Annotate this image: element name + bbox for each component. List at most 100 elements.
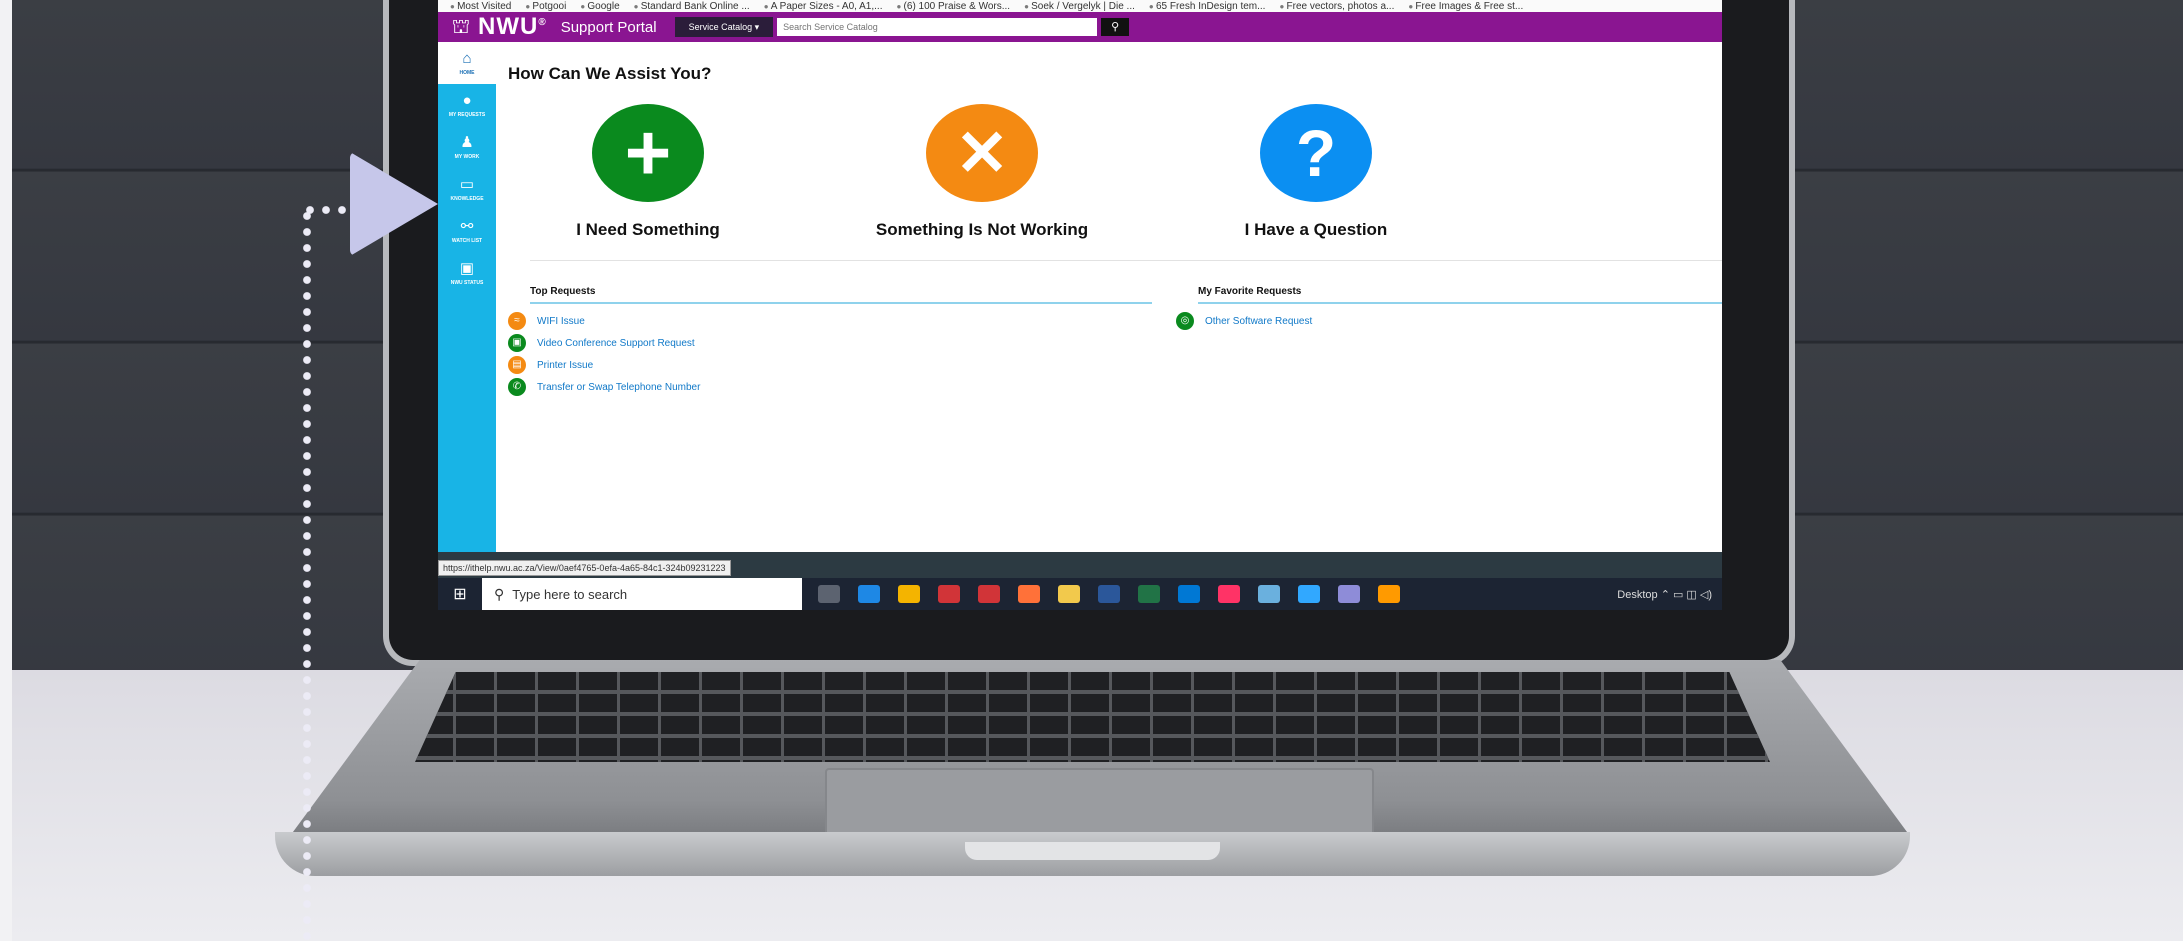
request-link[interactable]: Video Conference Support Request: [537, 338, 695, 349]
task-view-icon[interactable]: [818, 585, 840, 603]
favorites-underline: [1198, 302, 1722, 304]
action-label: Something Is Not Working: [875, 220, 1089, 239]
portal-header: ⛫ NWU® Support Portal Service Catalog ▾ …: [438, 12, 1722, 42]
need-something-action[interactable]: + I Need Something: [528, 104, 768, 240]
list-item[interactable]: ✆ Transfer or Swap Telephone Number: [508, 378, 700, 396]
list-item[interactable]: ≈ WIFI Issue: [508, 312, 585, 330]
sidenav-label: WATCH LIST: [451, 237, 483, 244]
book-icon: ▭: [459, 175, 475, 193]
windows-start-icon[interactable]: ⊞: [438, 584, 482, 604]
not-working-action[interactable]: ✕ Something Is Not Working: [862, 104, 1102, 240]
excel-icon[interactable]: [1138, 585, 1160, 603]
sidenav-item-home[interactable]: ⌂ HOME: [438, 42, 496, 84]
laptop-notch: [965, 842, 1220, 860]
chat-bubble-icon: ●: [462, 91, 472, 109]
wifi-icon: ≈: [508, 312, 526, 330]
favorite-link[interactable]: Other Software Request: [1205, 316, 1312, 327]
action-label: I Need Something: [576, 220, 720, 239]
bookmark-item[interactable]: Free vectors, photos a...: [1279, 1, 1395, 12]
nwu-logo-icon: ⛫: [451, 16, 471, 38]
bookmark-item[interactable]: 65 Fresh InDesign tem...: [1149, 1, 1266, 12]
request-link[interactable]: Printer Issue: [537, 360, 593, 371]
system-tray[interactable]: Desktop ⌃ ▭ ◫ ◁): [1617, 588, 1722, 601]
page-margin: [0, 0, 12, 941]
app-icon[interactable]: [1258, 585, 1280, 603]
sidenav-item-my-requests[interactable]: ● MY REQUESTS: [438, 84, 496, 126]
acrobat-icon[interactable]: [938, 585, 960, 603]
logo-text: NWU: [478, 13, 539, 40]
question-mark-icon: ?: [1260, 104, 1372, 202]
page-title: How Can We Assist You?: [508, 64, 712, 83]
search-icon[interactable]: ⚲: [1101, 18, 1130, 36]
status-url: https://ithelp.nwu.ac.za/View/0aef4765-0…: [438, 560, 731, 576]
binoculars-icon: ⚯: [460, 217, 474, 235]
printer-icon: ▤: [508, 356, 526, 374]
file-explorer-icon[interactable]: [1058, 585, 1080, 603]
bookmark-item[interactable]: Most Visited: [450, 1, 511, 12]
bookmarks-bar: Most Visited Potgooi Google Standard Ban…: [438, 0, 1722, 12]
plus-icon: +: [592, 104, 704, 202]
illustrator-icon[interactable]: [1378, 585, 1400, 603]
person-icon: ♟: [460, 133, 474, 151]
nwu-logo[interactable]: NWU®: [478, 13, 547, 41]
sidenav-label: HOME: [459, 69, 475, 76]
service-catalog-button[interactable]: Service Catalog ▾: [674, 17, 774, 37]
chrome-icon[interactable]: [898, 585, 920, 603]
search-input[interactable]: [777, 18, 1098, 36]
side-navigation: ⌂ HOME ● MY REQUESTS ♟ MY WORK ▭ KNOWLED…: [438, 42, 496, 552]
request-link[interactable]: Transfer or Swap Telephone Number: [537, 382, 700, 393]
registered-mark: ®: [538, 17, 547, 28]
bookmark-item[interactable]: Standard Bank Online ...: [634, 1, 750, 12]
portal-title: Support Portal: [560, 18, 657, 36]
sidenav-item-knowledge[interactable]: ▭ KNOWLEDGE: [438, 168, 496, 210]
taskbar-search-text: Type here to search: [512, 586, 628, 602]
sidenav-label: MY WORK: [454, 153, 480, 160]
search-icon: ⚲: [494, 585, 505, 602]
top-requests-title: Top Requests: [530, 286, 596, 297]
laptop-keyboard: [415, 672, 1770, 762]
list-item[interactable]: ▣ Video Conference Support Request: [508, 334, 695, 352]
list-item[interactable]: ◎ Other Software Request: [1176, 312, 1312, 330]
sidenav-item-watch-list[interactable]: ⚯ WATCH LIST: [438, 210, 496, 252]
phone-icon: ✆: [508, 378, 526, 396]
bookmark-item[interactable]: Free Images & Free st...: [1408, 1, 1523, 12]
software-icon: ◎: [1176, 312, 1194, 330]
bookmark-item[interactable]: Potgooi: [525, 1, 566, 12]
section-divider: [530, 260, 1722, 261]
sidenav-label: NWU STATUS: [450, 279, 484, 286]
edge-icon[interactable]: [858, 585, 880, 603]
sidenav-label: MY REQUESTS: [448, 111, 486, 118]
indesign-icon[interactable]: [1218, 585, 1240, 603]
home-icon: ⌂: [462, 49, 472, 67]
app-icon[interactable]: [1338, 585, 1360, 603]
windows-taskbar: ⊞ ⚲ Type here to search Desktop ⌃ ▭ ◫ ◁): [438, 578, 1722, 610]
powerpoint-icon[interactable]: [978, 585, 1000, 603]
video-icon: ▣: [508, 334, 526, 352]
top-requests-underline: [530, 302, 1152, 304]
bookmark-item[interactable]: Google: [580, 1, 619, 12]
taskbar-search[interactable]: ⚲ Type here to search: [482, 578, 802, 610]
outlook-icon[interactable]: [1178, 585, 1200, 603]
favorites-title: My Favorite Requests: [1198, 286, 1302, 297]
cross-icon: ✕: [926, 104, 1038, 202]
laptop-trackpad: [825, 768, 1374, 842]
dotted-line: [302, 208, 312, 941]
taskbar-apps: [818, 585, 1400, 603]
status-board-icon: ▣: [459, 259, 475, 277]
list-item[interactable]: ▤ Printer Issue: [508, 356, 593, 374]
request-link[interactable]: WIFI Issue: [537, 316, 585, 327]
bookmark-item[interactable]: Soek / Vergelyk | Die ...: [1024, 1, 1135, 12]
action-label: I Have a Question: [1244, 220, 1388, 239]
desktop-toolbar-label: Desktop: [1617, 588, 1658, 601]
laptop-screen: Most Visited Potgooi Google Standard Ban…: [438, 0, 1722, 610]
sidenav-item-nwu-status[interactable]: ▣ NWU STATUS: [438, 252, 496, 294]
word-icon[interactable]: [1098, 585, 1120, 603]
sidenav-label: KNOWLEDGE: [450, 195, 484, 202]
photoshop-icon[interactable]: [1298, 585, 1320, 603]
play-triangle-icon: [350, 152, 438, 256]
bookmark-item[interactable]: (6) 100 Praise & Wors...: [896, 1, 1011, 12]
sidenav-item-my-work[interactable]: ♟ MY WORK: [438, 126, 496, 168]
have-question-action[interactable]: ? I Have a Question: [1196, 104, 1436, 240]
bookmark-item[interactable]: A Paper Sizes - A0, A1,...: [764, 1, 883, 12]
firefox-icon[interactable]: [1018, 585, 1040, 603]
